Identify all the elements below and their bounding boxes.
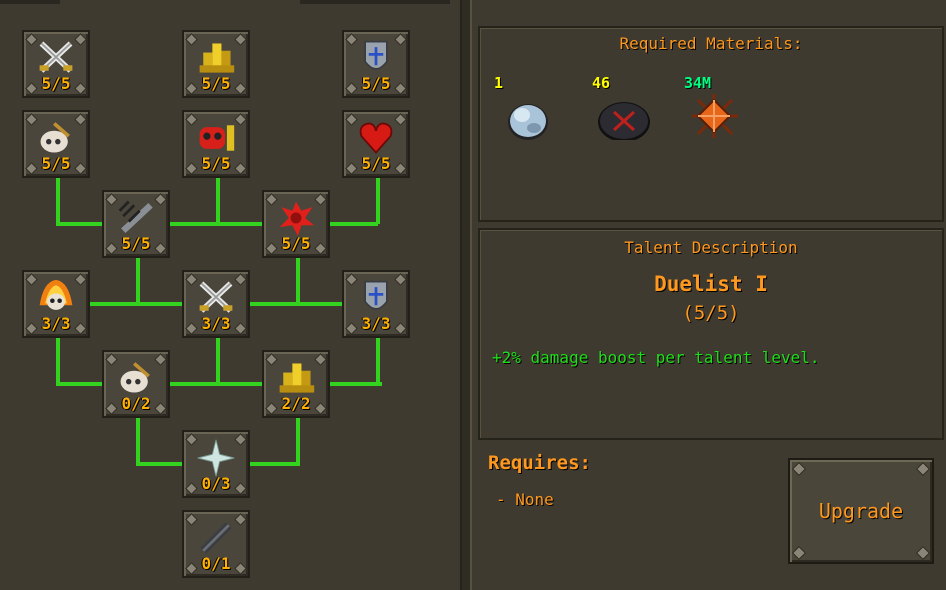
flaming-skull-icon <box>39 279 73 310</box>
talent-node[interactable]: 0/3 <box>182 430 250 498</box>
gold-coins-icon <box>199 43 235 73</box>
talent-node[interactable]: 5/5 <box>182 30 250 98</box>
rivet <box>791 461 807 477</box>
red-heart-icon <box>359 122 393 154</box>
requires-heading: Requires: <box>488 452 591 474</box>
materials-title: Required Materials: <box>619 34 803 53</box>
blue-shield-icon <box>364 280 388 310</box>
blue-shield-icon <box>364 40 388 70</box>
upgrade-button-label: Upgrade <box>818 499 904 523</box>
material-item[interactable]: 1 <box>494 74 554 140</box>
talent-effect: +2% damage boost per talent level. <box>492 348 820 367</box>
talent-node[interactable]: 5/5 <box>342 30 410 98</box>
dark-sword-icon <box>200 522 232 554</box>
requires-item: - None <box>496 490 554 509</box>
talent-level-label: 0/3 <box>201 474 231 493</box>
talent-node[interactable]: 5/5 <box>22 30 90 98</box>
talent-level-label: 0/1 <box>201 554 231 573</box>
talent-level-label: 5/5 <box>41 74 71 93</box>
talent-level: (5/5) <box>682 302 740 324</box>
talent-tree-panel: 5/5 5/5 5/5 5/5 5/5 5/5 5/5 5/5 3/3 3/3 3/3 0/2 2/2 0… <box>0 0 460 590</box>
skull-sword-icon <box>40 122 70 153</box>
skull-sword-icon <box>120 362 150 393</box>
rivet <box>915 461 931 477</box>
talent-node[interactable]: 5/5 <box>342 110 410 178</box>
crossed-swords-icon <box>199 281 233 313</box>
talent-level-label: 5/5 <box>281 234 311 253</box>
slash-sword-icon <box>118 200 153 234</box>
talent-node[interactable]: 3/3 <box>182 270 250 338</box>
talent-level-label: 3/3 <box>361 314 391 333</box>
talent-level-label: 5/5 <box>201 74 231 93</box>
talent-description-panel: Talent Description Duelist I (5/5) +2% d… <box>478 228 944 440</box>
rivet <box>791 545 807 561</box>
red-skull-coins-icon <box>199 125 235 151</box>
tree-connector-line <box>216 338 220 384</box>
talent-node[interactable]: 0/2 <box>102 350 170 418</box>
talent-node[interactable]: 5/5 <box>22 110 90 178</box>
blood-splat-icon <box>279 201 315 237</box>
talent-node[interactable]: 5/5 <box>262 190 330 258</box>
description-title: Talent Description <box>624 238 798 257</box>
panel-divider <box>460 0 472 590</box>
crossed-swords-icon <box>39 41 73 73</box>
material-quantity: 46 <box>592 74 611 92</box>
tree-connector-line <box>216 178 220 224</box>
talent-level-label: 0/2 <box>121 394 151 413</box>
sparkle-star-icon <box>197 439 235 477</box>
talent-level-label: 5/5 <box>361 74 391 93</box>
top-border <box>300 0 450 4</box>
tree-connector-line <box>296 418 300 464</box>
talent-level-label: 2/2 <box>281 394 311 413</box>
tree-connector-line <box>136 258 140 304</box>
talent-node[interactable]: 5/5 <box>102 190 170 258</box>
tree-connector-line <box>376 178 380 224</box>
tree-connector-line <box>296 258 300 304</box>
tree-connector-line <box>56 178 60 224</box>
talent-level-label: 3/3 <box>41 314 71 333</box>
talent-level-label: 3/3 <box>201 314 231 333</box>
material-item[interactable]: 34M <box>684 74 744 140</box>
material-quantity: 34M <box>684 74 712 92</box>
rivet <box>915 545 931 561</box>
talent-interface: 5/5 5/5 5/5 5/5 5/5 5/5 5/5 5/5 3/3 3/3 3/3 0/2 2/2 0… <box>0 0 946 590</box>
required-materials-panel: Required Materials: 1 46 34M <box>478 26 944 222</box>
gold-coins-icon <box>279 363 315 393</box>
upgrade-button[interactable]: Upgrade <box>788 458 934 564</box>
talent-node[interactable]: 2/2 <box>262 350 330 418</box>
talent-level-label: 5/5 <box>121 234 151 253</box>
material-quantity: 1 <box>494 74 504 92</box>
talent-node[interactable]: 3/3 <box>342 270 410 338</box>
talent-node[interactable]: 0/1 <box>182 510 250 578</box>
talent-node[interactable]: 5/5 <box>182 110 250 178</box>
tree-connector-line <box>136 418 140 464</box>
talent-node[interactable]: 3/3 <box>22 270 90 338</box>
talent-level-label: 5/5 <box>361 154 391 173</box>
tree-connector-line <box>56 338 60 384</box>
talent-level-label: 5/5 <box>41 154 71 173</box>
material-item[interactable]: 46 <box>592 74 652 142</box>
top-border <box>0 0 60 4</box>
talent-level-label: 5/5 <box>201 154 231 173</box>
talent-name: Duelist I <box>654 272 768 296</box>
tree-connector-line <box>376 338 380 384</box>
